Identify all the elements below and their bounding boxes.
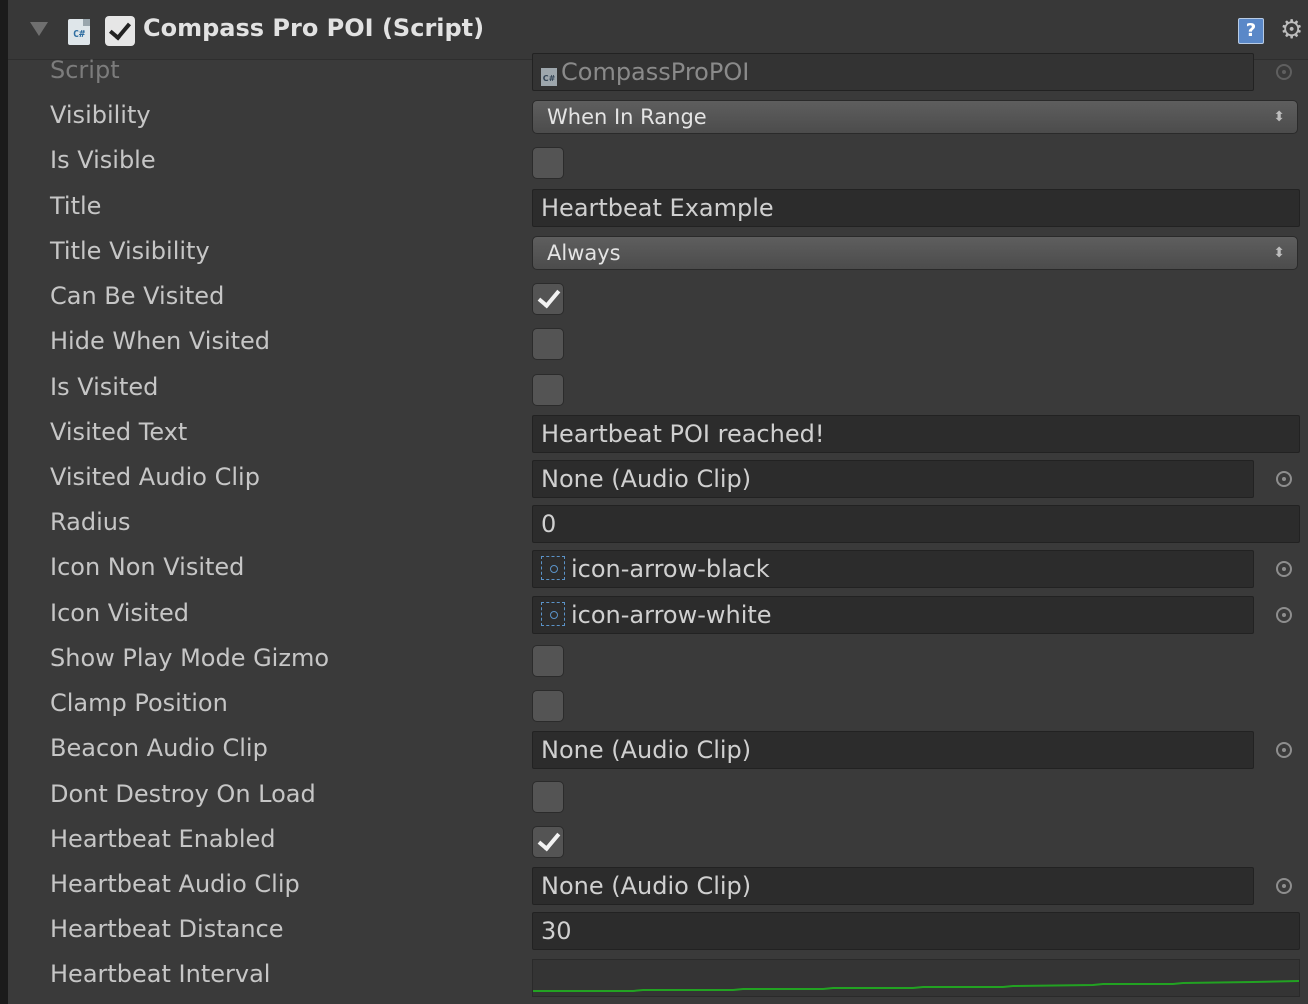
title-input[interactable]: Heartbeat Example: [532, 189, 1300, 227]
help-icon[interactable]: ?: [1238, 18, 1264, 44]
label-title-visibility: Title Visibility: [50, 237, 210, 265]
row-is-visited: Is Visited: [8, 367, 1308, 412]
row-show-play-mode-gizmo: Show Play Mode Gizmo: [8, 638, 1308, 683]
row-can-be-visited: Can Be Visited: [8, 276, 1308, 321]
component-enabled-checkbox[interactable]: [105, 16, 135, 46]
curve-preview: [533, 980, 1299, 992]
label-title: Title: [50, 192, 102, 220]
row-radius: Radius 0: [8, 502, 1308, 547]
row-icon-visited: Icon Visited icon-arrow-white: [8, 593, 1308, 638]
show-play-mode-gizmo-checkbox[interactable]: [532, 645, 564, 677]
icon-visited-field[interactable]: icon-arrow-white: [532, 596, 1254, 634]
label-is-visited: Is Visited: [50, 373, 159, 401]
icon-visited-value: icon-arrow-white: [571, 601, 772, 629]
label-clamp-position: Clamp Position: [50, 689, 228, 717]
label-beacon-audio-clip: Beacon Audio Clip: [50, 734, 268, 762]
sprite-icon: [541, 556, 565, 580]
label-heartbeat-enabled: Heartbeat Enabled: [50, 825, 276, 853]
row-icon-non-visited: Icon Non Visited icon-arrow-black: [8, 547, 1308, 592]
label-dont-destroy-on-load: Dont Destroy On Load: [50, 780, 316, 808]
label-show-play-mode-gizmo: Show Play Mode Gizmo: [50, 644, 330, 672]
row-heartbeat-audio-clip: Heartbeat Audio Clip None (Audio Clip): [8, 864, 1308, 909]
heartbeat-interval-curve-field[interactable]: [532, 959, 1300, 997]
label-heartbeat-distance: Heartbeat Distance: [50, 915, 284, 943]
label-heartbeat-interval: Heartbeat Interval: [50, 960, 271, 988]
label-is-visible: Is Visible: [50, 146, 156, 174]
hide-when-visited-checkbox[interactable]: [532, 328, 564, 360]
object-picker-icon[interactable]: [1276, 471, 1292, 487]
heartbeat-enabled-checkbox[interactable]: [532, 826, 564, 858]
script-picker-icon: [1276, 64, 1292, 80]
visited-audio-clip-field[interactable]: None (Audio Clip): [532, 460, 1254, 498]
label-radius: Radius: [50, 508, 131, 536]
icon-non-visited-value: icon-arrow-black: [571, 555, 770, 583]
label-script: Script: [50, 56, 120, 84]
object-picker-icon[interactable]: [1276, 607, 1292, 623]
visibility-value: When In Range: [547, 105, 707, 129]
curve-line: [533, 980, 1299, 992]
heartbeat-audio-clip-field[interactable]: None (Audio Clip): [532, 867, 1254, 905]
object-picker-icon[interactable]: [1276, 878, 1292, 894]
label-visibility: Visibility: [50, 101, 151, 129]
row-heartbeat-enabled: Heartbeat Enabled: [8, 819, 1308, 864]
is-visited-checkbox[interactable]: [532, 374, 564, 406]
beacon-audio-clip-field[interactable]: None (Audio Clip): [532, 731, 1254, 769]
is-visible-checkbox[interactable]: [532, 147, 564, 179]
dropdown-arrows-icon: ⬍: [1273, 109, 1285, 125]
label-visited-text: Visited Text: [50, 418, 188, 446]
radius-input[interactable]: 0: [532, 505, 1300, 543]
row-dont-destroy-on-load: Dont Destroy On Load: [8, 774, 1308, 819]
clamp-position-checkbox[interactable]: [532, 690, 564, 722]
visited-text-input[interactable]: Heartbeat POI reached!: [532, 415, 1300, 453]
title-visibility-dropdown[interactable]: Always ⬍: [532, 236, 1298, 270]
label-visited-audio-clip: Visited Audio Clip: [50, 463, 260, 491]
gear-icon[interactable]: ⚙: [1280, 15, 1308, 45]
title-visibility-value: Always: [547, 241, 621, 265]
row-title-visibility: Title Visibility Always ⬍: [8, 231, 1308, 276]
dropdown-arrows-icon: ⬍: [1273, 245, 1285, 261]
object-picker-icon[interactable]: [1276, 561, 1292, 577]
foldout-arrow-icon[interactable]: [30, 22, 48, 36]
label-icon-visited: Icon Visited: [50, 599, 189, 627]
sprite-icon: [541, 602, 565, 626]
panel-left-edge: [0, 0, 8, 1004]
row-hide-when-visited: Hide When Visited: [8, 321, 1308, 366]
row-script: Script C# CompassProPOI: [8, 50, 1308, 95]
row-title: Title Heartbeat Example: [8, 186, 1308, 231]
icon-non-visited-field[interactable]: icon-arrow-black: [532, 550, 1254, 588]
row-heartbeat-interval: Heartbeat Interval: [8, 954, 1308, 999]
cs-file-icon: C#: [541, 68, 557, 86]
inspector-panel: C# Compass Pro POI (Script) ? ⚙ Script C…: [0, 0, 1308, 1004]
row-clamp-position: Clamp Position: [8, 683, 1308, 728]
cs-script-icon: C#: [68, 19, 90, 45]
component-title: Compass Pro POI (Script): [143, 14, 485, 42]
dont-destroy-on-load-checkbox[interactable]: [532, 781, 564, 813]
label-icon-non-visited: Icon Non Visited: [50, 553, 245, 581]
row-is-visible: Is Visible: [8, 140, 1308, 185]
heartbeat-distance-input[interactable]: 30: [532, 912, 1300, 950]
label-hide-when-visited: Hide When Visited: [50, 327, 271, 355]
row-visited-audio-clip: Visited Audio Clip None (Audio Clip): [8, 457, 1308, 502]
label-heartbeat-audio-clip: Heartbeat Audio Clip: [50, 870, 300, 898]
row-visibility: Visibility When In Range ⬍: [8, 95, 1308, 140]
can-be-visited-checkbox[interactable]: [532, 283, 564, 315]
label-can-be-visited: Can Be Visited: [50, 282, 225, 310]
row-heartbeat-distance: Heartbeat Distance 30: [8, 909, 1308, 954]
row-beacon-audio-clip: Beacon Audio Clip None (Audio Clip): [8, 728, 1308, 773]
object-picker-icon[interactable]: [1276, 742, 1292, 758]
visibility-dropdown[interactable]: When In Range ⬍: [532, 100, 1298, 134]
script-object-field: C# CompassProPOI: [532, 53, 1254, 91]
script-value: CompassProPOI: [561, 58, 750, 86]
row-visited-text: Visited Text Heartbeat POI reached!: [8, 412, 1308, 457]
